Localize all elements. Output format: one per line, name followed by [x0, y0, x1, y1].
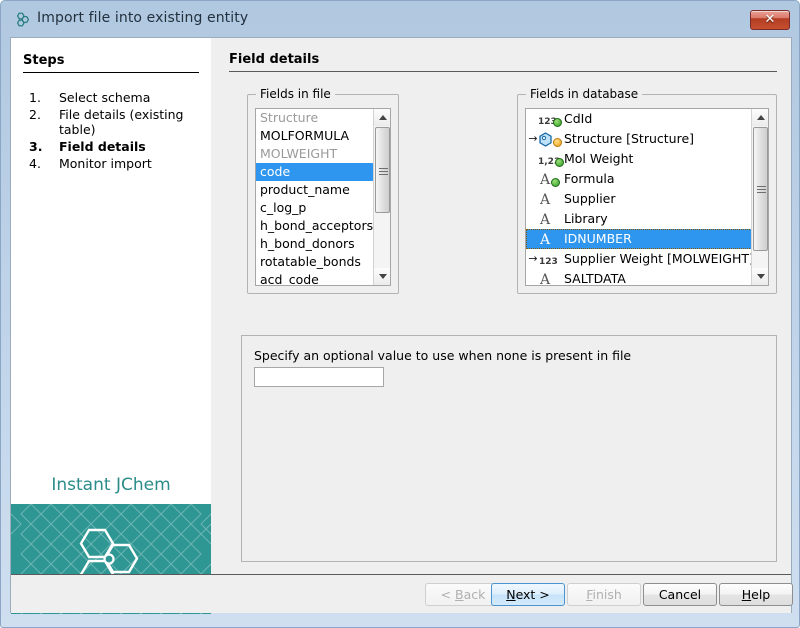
- db-field-label: Supplier Weight [MOLWEIGHT]: [564, 249, 752, 269]
- grip-line: [379, 168, 388, 169]
- text-a-icon: A: [538, 209, 562, 229]
- grip-line: [757, 189, 766, 190]
- db-field-label: Formula: [564, 169, 615, 189]
- window-title: Import file into existing entity: [37, 10, 248, 26]
- db-list-item[interactable]: 123 CdId: [526, 109, 752, 129]
- step-number: 1.: [29, 90, 51, 105]
- close-button[interactable]: ✕: [750, 10, 790, 30]
- optional-value-input[interactable]: [254, 367, 384, 387]
- list-item[interactable]: c_log_p: [256, 199, 374, 217]
- mapped-arrow-icon: →: [528, 249, 538, 269]
- cancel-button[interactable]: Cancel: [643, 583, 717, 606]
- fields-in-database-legend: Fields in database: [526, 87, 642, 101]
- page-title-divider: [229, 71, 777, 72]
- green-dot-badge: [555, 158, 564, 167]
- db-field-label: SALTDATA: [564, 269, 626, 285]
- structure-icon: [538, 129, 562, 149]
- list-item-selected[interactable]: code: [256, 163, 374, 181]
- db-field-label: IDNUMBER: [564, 229, 632, 249]
- db-list-item[interactable]: A Library: [526, 209, 752, 229]
- db-list-item[interactable]: → Structure [Structure]: [526, 129, 752, 149]
- dialog-client-area: Steps 1. Select schema 2. File details (…: [10, 37, 792, 613]
- list-item[interactable]: MOLFORMULA: [256, 127, 374, 145]
- list-item[interactable]: acd_code: [256, 271, 374, 285]
- db-list-item[interactable]: A SALTDATA: [526, 269, 752, 285]
- scroll-down-button[interactable]: [374, 268, 391, 285]
- green-dot-badge: [553, 118, 562, 127]
- back-button: < Back: [425, 583, 501, 606]
- scrollbar-thumb[interactable]: [375, 127, 390, 213]
- fields-in-file-legend: Fields in file: [256, 87, 335, 101]
- fields-in-database-scrollbar[interactable]: [751, 109, 768, 285]
- step-label: Select schema: [59, 90, 203, 105]
- text-a-icon: A: [538, 169, 562, 189]
- step-label: File details (existing table): [59, 107, 203, 137]
- db-list-item[interactable]: 1,23 Mol Weight: [526, 149, 752, 169]
- step-number: 4.: [29, 156, 51, 171]
- step-number: 2.: [29, 107, 51, 122]
- list-item[interactable]: MOLWEIGHT: [256, 145, 374, 163]
- fields-in-file-scrollbar[interactable]: [373, 109, 390, 285]
- db-list-item[interactable]: A Formula: [526, 169, 752, 189]
- jchem-hexagon-icon: [14, 11, 31, 28]
- chevron-up-icon: [757, 115, 765, 120]
- db-field-label: Structure [Structure]: [564, 129, 694, 149]
- mapped-arrow-icon: →: [528, 129, 538, 149]
- grip-line: [379, 171, 388, 172]
- step-label: Monitor import: [59, 156, 203, 171]
- grip-line: [757, 186, 766, 187]
- decimal-123-icon: 1,23: [538, 149, 562, 169]
- list-item[interactable]: rotatable_bonds: [256, 253, 374, 271]
- finish-button: Finish: [567, 583, 641, 606]
- fields-in-database-list[interactable]: 123 CdId → S: [525, 108, 769, 286]
- list-item[interactable]: Structure: [256, 109, 374, 127]
- title-bar: Import file into existing entity ✕: [1, 1, 800, 37]
- list-item[interactable]: h_bond_acceptors: [256, 217, 374, 235]
- fields-in-file-list[interactable]: Structure MOLFORMULA MOLWEIGHT code prod…: [255, 108, 391, 286]
- chevron-down-icon: [379, 274, 387, 279]
- list-item[interactable]: product_name: [256, 181, 374, 199]
- db-list-item[interactable]: A Supplier: [526, 189, 752, 209]
- green-dot-badge: [551, 178, 560, 187]
- scrollbar-thumb[interactable]: [753, 127, 768, 251]
- db-field-label: Mol Weight: [564, 149, 633, 169]
- list-item[interactable]: h_bond_donors: [256, 235, 374, 253]
- optional-value-panel: Specify an optional value to use when no…: [241, 335, 777, 562]
- grip-line: [757, 192, 766, 193]
- help-button[interactable]: Help: [719, 583, 793, 606]
- text-a-icon: A: [538, 189, 562, 209]
- steps-sidebar: Steps 1. Select schema 2. File details (…: [11, 38, 211, 574]
- db-field-label: CdId: [564, 109, 592, 129]
- brand-wordmark: Instant JChem: [11, 475, 211, 495]
- number-123-icon: 123: [538, 249, 562, 269]
- chevron-down-icon: [757, 274, 765, 279]
- orange-dot-badge: [553, 138, 562, 147]
- db-list-item-selected[interactable]: A IDNUMBER: [526, 229, 752, 249]
- chevron-up-icon: [379, 115, 387, 120]
- scroll-up-button[interactable]: [374, 109, 391, 126]
- page-title: Field details: [229, 52, 319, 67]
- db-field-label: Library: [564, 209, 608, 229]
- dialog-window: Import file into existing entity ✕ Steps…: [0, 0, 800, 628]
- db-field-label: Supplier: [564, 189, 616, 209]
- number-123-icon: 123: [538, 109, 562, 129]
- grip-line: [379, 174, 388, 175]
- steps-heading: Steps: [23, 53, 64, 68]
- db-list-item[interactable]: → 123 Supplier Weight [MOLWEIGHT]: [526, 249, 752, 269]
- step-label: Field details: [59, 139, 203, 154]
- optional-value-label: Specify an optional value to use when no…: [254, 348, 631, 363]
- scroll-up-button[interactable]: [752, 109, 769, 126]
- scroll-down-button[interactable]: [752, 268, 769, 285]
- text-a-icon: A: [538, 229, 562, 249]
- step-number: 3.: [29, 139, 51, 154]
- dialog-footer: < Back Next > Finish Cancel Help: [11, 574, 791, 613]
- steps-divider: [23, 72, 199, 73]
- next-button[interactable]: Next >: [491, 583, 565, 606]
- text-a-icon: A: [538, 269, 562, 285]
